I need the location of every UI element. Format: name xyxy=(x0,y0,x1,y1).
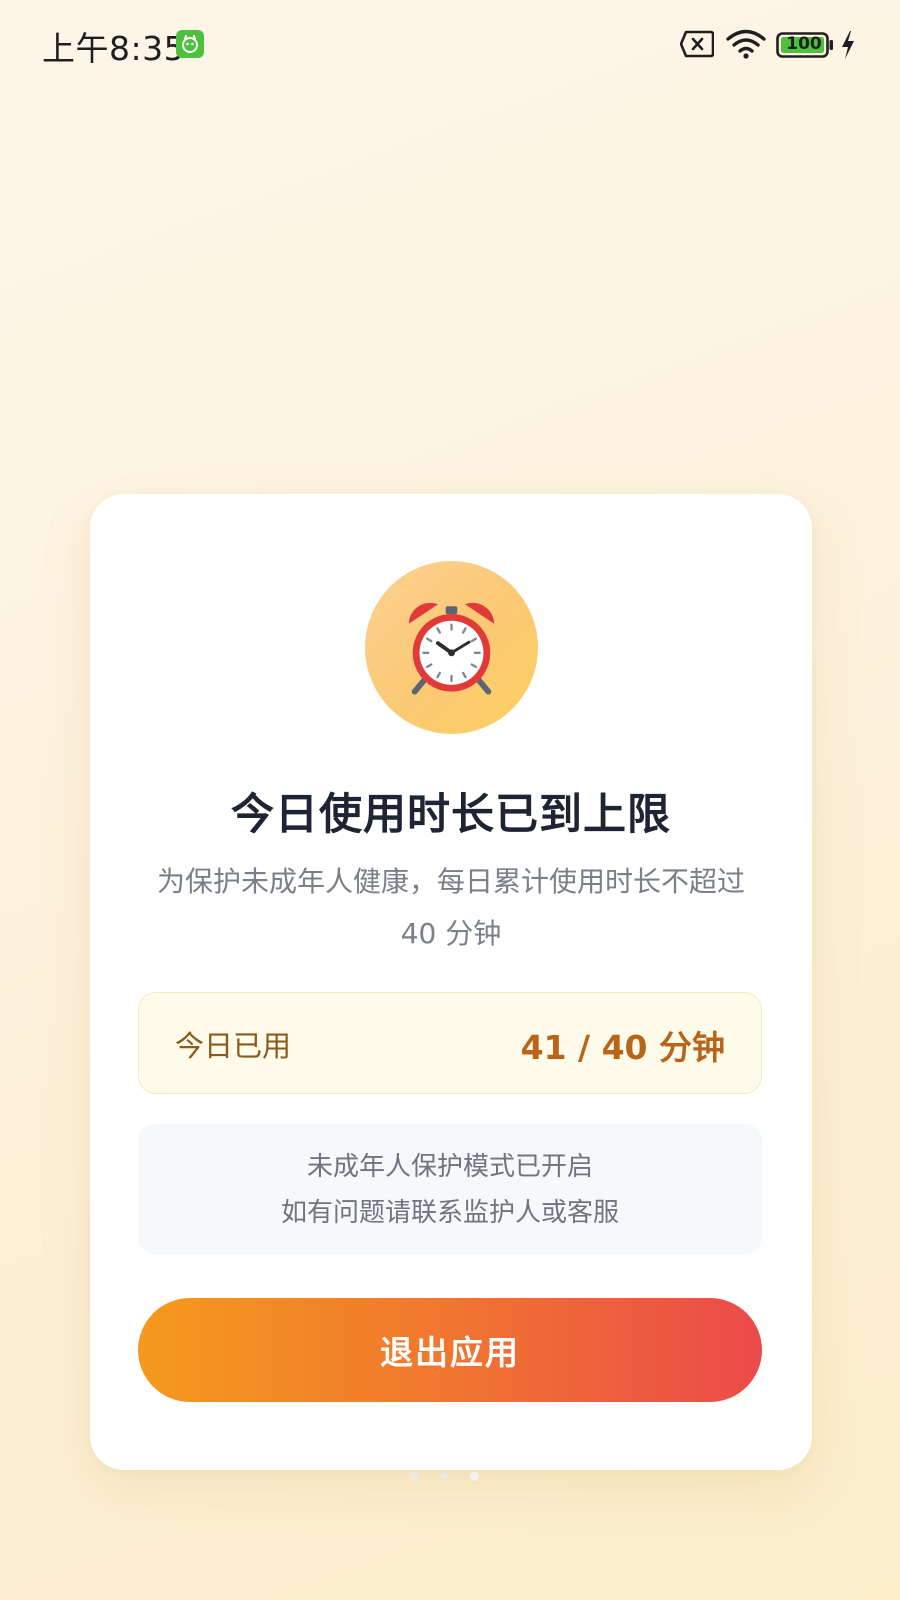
usage-summary: 今日已用 41 / 40 分钟 xyxy=(138,992,762,1094)
charging-bolt-icon xyxy=(840,30,856,64)
usage-limit-card: 今日使用时长已到上限 为保护未成年人健康，每日累计使用时长不超过 40 分钟 今… xyxy=(90,494,812,1470)
status-bar: 上午8:35 100 xyxy=(0,0,900,92)
protection-notice: 未成年人保护模式已开启 如有问题请联系监护人或客服 xyxy=(138,1124,762,1254)
notice-line-2: 如有问题请联系监护人或客服 xyxy=(280,1198,619,1228)
wifi-icon xyxy=(726,28,766,64)
alarm-clock-icon xyxy=(408,602,495,695)
page-dot-active xyxy=(470,1472,480,1481)
page-indicator xyxy=(410,1466,495,1481)
alarm-clock-badge xyxy=(365,561,538,734)
usage-label: 今日已用 xyxy=(175,1029,292,1063)
status-time: 上午8:35 xyxy=(42,29,186,68)
usage-value: 41 / 40 分钟 xyxy=(520,1028,725,1067)
no-sim-icon xyxy=(679,30,715,62)
battery-level: 100 xyxy=(786,34,822,54)
notice-line-1: 未成年人保护模式已开启 xyxy=(306,1152,593,1182)
limit-title: 今日使用时长已到上限 xyxy=(231,790,671,840)
status-icons: 100 xyxy=(679,26,860,66)
app-notification-icon xyxy=(176,30,204,58)
exit-app-button[interactable]: 退出应用 xyxy=(138,1298,762,1402)
page-dot xyxy=(410,1472,419,1481)
limit-description: 为保护未成年人健康，每日累计使用时长不超过 40 分钟 xyxy=(156,865,745,950)
page-dot xyxy=(440,1472,450,1481)
